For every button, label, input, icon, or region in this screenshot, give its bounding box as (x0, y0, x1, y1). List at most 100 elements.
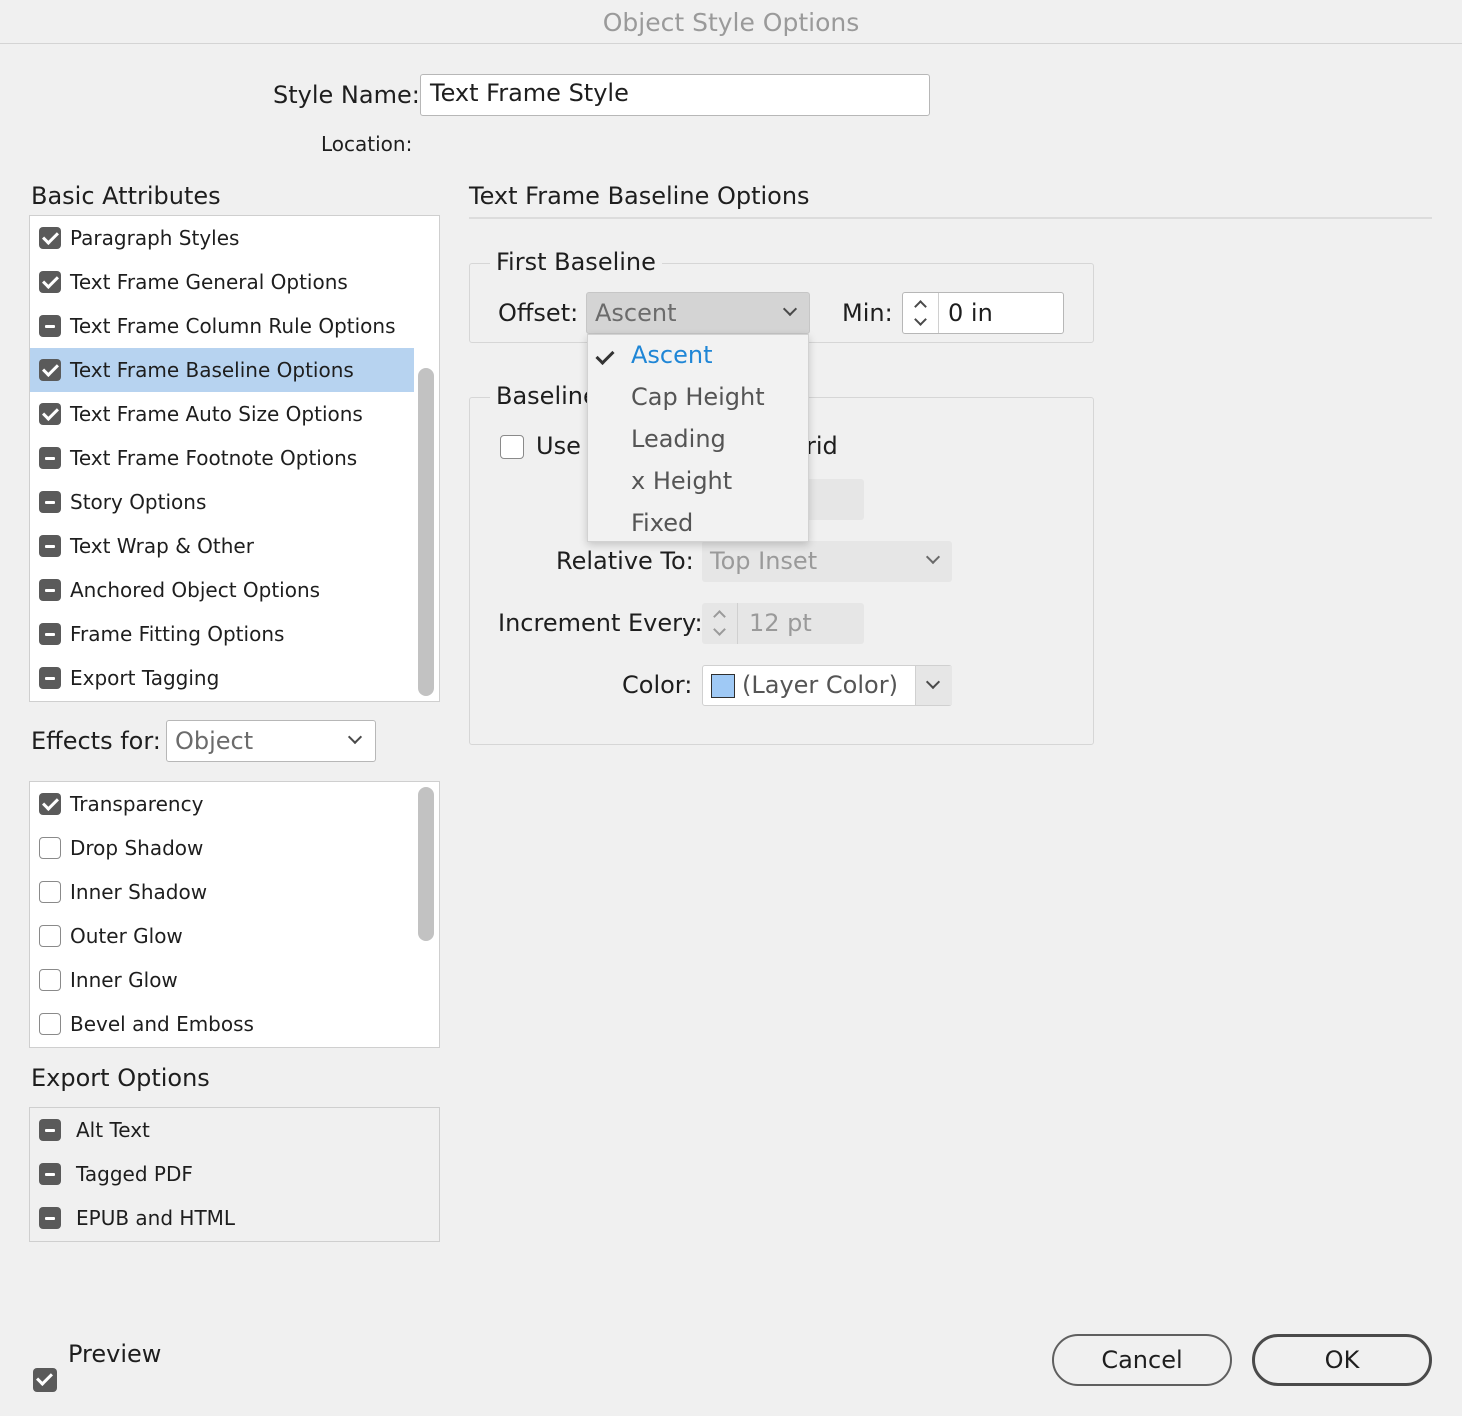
list-item[interactable]: Frame Fitting Options (30, 612, 414, 656)
checkbox[interactable] (39, 227, 61, 249)
checkbox[interactable] (39, 667, 61, 689)
checkbox[interactable] (39, 447, 61, 469)
list-item[interactable]: Text Wrap & Other (30, 524, 414, 568)
list-item-label: Transparency (70, 792, 204, 816)
ok-button[interactable]: OK (1252, 1334, 1432, 1386)
color-dropdown[interactable]: (Layer Color) (702, 665, 952, 706)
effects-for-value: Object (175, 727, 254, 755)
style-name-input[interactable]: Text Frame Style (420, 74, 930, 116)
list-item-label: Frame Fitting Options (70, 622, 285, 646)
list-item-label: Text Wrap & Other (70, 534, 254, 558)
chevron-down-icon (782, 301, 798, 317)
style-name-label: Style Name: (273, 81, 420, 109)
list-item-label: Drop Shadow (70, 836, 204, 860)
offset-menu-item[interactable]: x Height (631, 467, 732, 495)
list-item[interactable]: Outer Glow (30, 914, 414, 958)
list-item[interactable]: Anchored Object Options (30, 568, 414, 612)
offset-menu[interactable]: Ascent Cap Height Leading x Height Fixed (587, 334, 809, 542)
list-item-label: Text Frame Column Rule Options (70, 314, 396, 338)
checkbox[interactable] (39, 969, 61, 991)
offset-menu-item[interactable]: Leading (631, 425, 726, 453)
basic-attributes-list[interactable]: Paragraph Styles Text Frame General Optio… (29, 215, 440, 702)
min-value: 0 in (948, 299, 993, 327)
checkbox[interactable] (39, 1163, 61, 1185)
list-item[interactable]: Export Tagging (30, 656, 414, 700)
color-swatch (711, 674, 735, 698)
effects-scrollbar[interactable] (418, 787, 434, 941)
list-item[interactable]: Story Options (30, 480, 414, 524)
checkbox[interactable] (39, 271, 61, 293)
use-custom-grid-checkbox[interactable] (500, 435, 524, 459)
export-options-list[interactable]: Alt Text Tagged PDF EPUB and HTML (29, 1107, 440, 1242)
checkbox[interactable] (39, 403, 61, 425)
list-item-label: Alt Text (76, 1118, 150, 1142)
effects-for-label: Effects for: (31, 727, 161, 755)
color-dropdown-button[interactable] (915, 666, 952, 705)
checkbox[interactable] (39, 837, 61, 859)
list-item[interactable]: Text Frame General Options (30, 260, 414, 304)
checkbox[interactable] (39, 1119, 61, 1141)
list-item[interactable]: Text Frame Footnote Options (30, 436, 414, 480)
checkbox[interactable] (39, 315, 61, 337)
relative-to-dropdown[interactable]: Top Inset (702, 541, 952, 582)
offset-menu-item[interactable]: Fixed (631, 509, 693, 537)
chevron-down-icon (347, 729, 363, 745)
effects-list[interactable]: Transparency Drop Shadow Inner Shadow Outer… (29, 781, 440, 1048)
list-item[interactable]: Tagged PDF (30, 1152, 414, 1196)
panel-title-divider (469, 217, 1432, 219)
checkbox[interactable] (39, 1013, 61, 1035)
list-item[interactable]: Transparency (30, 782, 414, 826)
checkbox[interactable] (39, 359, 61, 381)
panel-title: Text Frame Baseline Options (469, 182, 810, 210)
checkbox[interactable] (39, 925, 61, 947)
stepper-up-icon[interactable] (914, 300, 927, 313)
stepper-down-icon[interactable] (914, 313, 927, 326)
list-item[interactable]: Text Frame Column Rule Options (30, 304, 414, 348)
list-item-label: Inner Shadow (70, 880, 208, 904)
list-item[interactable]: Text Frame Auto Size Options (30, 392, 414, 436)
list-item[interactable]: Inner Glow (30, 958, 414, 1002)
checkbox[interactable] (39, 579, 61, 601)
min-stepper[interactable] (903, 293, 939, 333)
list-item[interactable]: Text Frame Baseline Options (30, 348, 414, 392)
increment-stepper[interactable] (702, 603, 738, 644)
checkbox[interactable] (39, 623, 61, 645)
basic-attributes-scrollbar[interactable] (418, 368, 434, 696)
list-item-label: Inner Glow (70, 968, 178, 992)
offset-value: Ascent (595, 299, 677, 327)
cancel-button[interactable]: Cancel (1052, 1334, 1232, 1386)
effects-for-dropdown[interactable]: Object (166, 720, 376, 762)
list-item[interactable]: Alt Text (30, 1108, 414, 1152)
list-item[interactable]: Bevel and Emboss (30, 1002, 414, 1046)
offset-menu-item[interactable]: Cap Height (631, 383, 765, 411)
location-label: Location: (321, 132, 413, 156)
list-item[interactable]: EPUB and HTML (30, 1196, 414, 1240)
checkbox[interactable] (39, 793, 61, 815)
relative-to-value: Top Inset (710, 547, 818, 575)
list-item[interactable]: Paragraph Styles (30, 216, 414, 260)
list-item-label: Story Options (70, 490, 207, 514)
preview-checkbox[interactable] (33, 1368, 57, 1392)
list-item-label: EPUB and HTML (76, 1206, 236, 1230)
checkbox[interactable] (39, 1207, 61, 1229)
title-bar: Object Style Options (0, 0, 1462, 44)
first-baseline-legend: First Baseline (490, 248, 662, 276)
increment-every-field[interactable]: 12 pt (702, 603, 864, 644)
chevron-down-icon (925, 674, 941, 690)
list-item-label: Text Frame Baseline Options (70, 358, 354, 382)
increment-every-value: 12 pt (749, 609, 812, 637)
offset-menu-item[interactable]: Ascent (631, 341, 713, 369)
stepper-up-icon[interactable] (713, 610, 726, 623)
offset-dropdown[interactable]: Ascent (586, 292, 810, 334)
checkbox[interactable] (39, 881, 61, 903)
list-item[interactable]: Drop Shadow (30, 826, 414, 870)
checkbox[interactable] (39, 491, 61, 513)
stepper-down-icon[interactable] (713, 623, 726, 636)
list-item-label: Text Frame General Options (70, 270, 348, 294)
checkbox[interactable] (39, 535, 61, 557)
list-item-label: Tagged PDF (76, 1162, 193, 1186)
relative-to-label: Relative To: (556, 547, 694, 575)
min-field[interactable]: 0 in (902, 292, 1064, 334)
list-item[interactable]: Inner Shadow (30, 870, 414, 914)
min-label: Min: (842, 299, 893, 327)
